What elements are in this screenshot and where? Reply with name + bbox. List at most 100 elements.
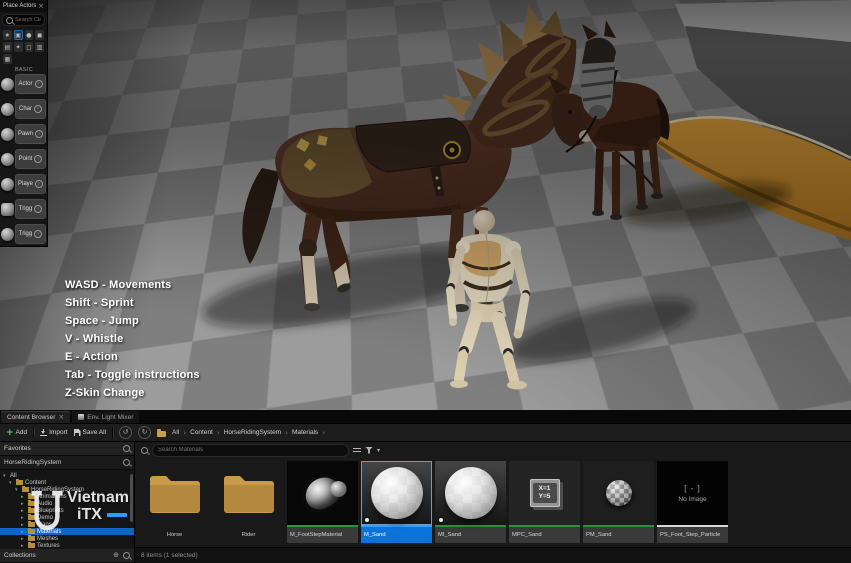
content-browser-body: Favorites HorseRidingSystem ▾ All ▾ C [0,442,851,563]
tab-env-light-mixer-label: Env. Light Mixer [87,414,133,421]
expand-arrow-icon[interactable]: ▸ [21,494,26,500]
expand-arrow-icon[interactable]: ▸ [21,543,26,549]
breadcrumb-materials[interactable]: Materials [292,429,318,436]
sources-sidebar: Favorites HorseRidingSystem ▾ All ▾ C [0,442,135,563]
cinematic-category-icon[interactable]: ▤ [3,42,12,52]
filter-funnel-icon[interactable] [365,447,373,454]
no-image-label: No Image [678,496,706,503]
place-actor-item-point-light[interactable]: Point? [1,149,46,169]
search-classes-box[interactable] [2,14,45,26]
asset-tile-horse-folder[interactable]: Horse [139,461,210,543]
chevron-right-icon[interactable]: › [322,429,325,437]
add-collection-icon[interactable]: ⊕ [113,552,119,559]
lights-category-icon[interactable]: ● [25,30,34,40]
place-actor-item-trigger-sphere[interactable]: Trigg? [1,224,46,244]
status-text: 8 items (1 selected) [141,552,198,559]
search-icon[interactable] [123,459,130,466]
geometry-category-icon[interactable]: ◻ [25,42,34,52]
asset-name: M_FootStepMaterial [287,525,358,543]
asset-status-bar: 8 items (1 selected) [135,547,851,563]
expand-arrow-icon[interactable]: ▾ [9,480,14,486]
info-icon: ? [35,180,43,188]
all-classes-icon[interactable]: ▦ [3,54,12,64]
expand-arrow-icon[interactable]: ▾ [3,473,8,479]
asset-name: M_Sand [361,525,432,543]
place-actor-item-trigger-box[interactable]: Trigg? [1,199,46,219]
favorites-label: Favorites [4,445,31,452]
basic-category-icon[interactable]: ▣ [14,30,23,40]
effects-category-icon[interactable]: ✦ [14,42,23,52]
level-viewport[interactable]: WASD - Movements Shift - Sprint Space - … [0,0,851,410]
tree-item-horseridingsystem[interactable]: ▾ HorseRidingSystem [0,486,134,493]
expand-arrow-icon[interactable]: ▸ [21,522,26,528]
tab-close-icon[interactable]: × [58,413,64,421]
import-button[interactable]: Import [40,429,67,436]
material-preview [301,473,345,513]
instruction-line: Space - Jump [65,312,200,330]
tree-item-blueprints[interactable]: ▸ Blueprints [0,507,134,514]
expand-arrow-icon[interactable]: ▾ [15,487,20,493]
asset-tile-m-footstepmaterial[interactable]: M_FootStepMaterial [287,461,358,543]
folder-icon [28,529,35,534]
tree-item-textures[interactable]: ▸ Textures [0,542,134,549]
unsaved-indicator [365,518,369,522]
recently-placed-icon[interactable]: ★ [3,30,12,40]
asset-tile-rider-folder[interactable]: Rider [213,461,284,543]
empty-brackets-glyph: [ - ] [684,484,701,493]
collections-footer[interactable]: Collections ⊕ [0,549,134,563]
filter-settings-icon[interactable] [353,447,361,454]
tab-content-browser[interactable]: Content Browser × [1,411,70,423]
add-button[interactable]: + Add [6,429,27,437]
asset-tile-ps-foot-step-particle[interactable]: [ - ] No Image PS_Foot_Step_Particle [657,461,728,543]
place-actor-item-pawn[interactable]: Pawn? [1,124,46,144]
expand-arrow-icon[interactable]: ▸ [21,508,26,514]
volumes-category-icon[interactable]: ▥ [35,42,44,52]
breadcrumb-content[interactable]: Content [190,429,213,436]
breadcrumb-all[interactable]: All [172,429,179,436]
search-icon[interactable] [123,445,130,452]
close-icon[interactable]: × [38,3,44,10]
chevron-down-icon[interactable]: ▾ [377,447,380,454]
favorites-header[interactable]: Favorites [0,442,134,456]
expand-arrow-icon[interactable]: ▸ [21,515,26,521]
tree-item-materials[interactable]: ▸ Materials [0,528,134,535]
save-all-button[interactable]: Save All [74,429,107,436]
tree-item-animations[interactable]: ▸ Animations [0,493,134,500]
search-classes-input[interactable] [15,17,41,23]
place-actor-item-player-start[interactable]: Playe? [1,174,46,194]
path-filter-value: HorseRidingSystem [4,459,61,466]
place-actors-header: Place Actors × [0,0,47,12]
tab-env-light-mixer[interactable]: Env. Light Mixer [72,411,139,423]
asset-name: Horse [139,525,210,543]
pawn-label: Pawn [18,131,33,137]
asset-tile-m-sand[interactable]: M_Sand [361,461,432,543]
asset-tile-pm-sand[interactable]: PM_Sand [583,461,654,543]
folder-icon [28,494,35,499]
mpc-x-value: X=1 [539,485,551,493]
asset-tile-mpc-sand[interactable]: X=1 Y=5 MPC_Sand [509,461,580,543]
tree-item-meshes[interactable]: ▸ Meshes [0,535,134,542]
actor-thumbnail [1,78,14,91]
sidebar-scrollbar[interactable] [130,474,133,522]
asset-tile-mi-sand[interactable]: MI_Sand [435,461,506,543]
tree-item-all[interactable]: ▾ All [0,472,134,479]
place-actor-item-actor[interactable]: Actor? [1,74,46,94]
tree-item-maps[interactable]: ▸ Maps [0,521,134,528]
path-filter-row[interactable]: HorseRidingSystem [0,456,134,470]
history-forward-icon[interactable]: ↻ [138,426,151,439]
expand-arrow-icon[interactable]: ▸ [21,536,26,542]
history-back-icon[interactable]: ↺ [119,426,132,439]
tree-item-content[interactable]: ▾ Content [0,479,134,486]
tree-item-demo[interactable]: ▸ Demo [0,514,134,521]
chevron-right-icon: › [217,429,220,437]
expand-arrow-icon[interactable]: ▸ [21,529,26,535]
search-materials-input[interactable] [152,444,349,457]
place-actor-item-character[interactable]: Char? [1,99,46,119]
breadcrumb-horseridingsystem[interactable]: HorseRidingSystem [224,429,281,436]
expand-arrow-icon[interactable]: ▸ [21,501,26,507]
tree-item-audio[interactable]: ▸ Audio [0,500,134,507]
unreal-editor-window: WASD - Movements Shift - Sprint Space - … [0,0,851,563]
no-image-placeholder: [ - ] No Image [678,484,706,503]
shapes-category-icon[interactable]: ◼ [35,30,44,40]
search-icon[interactable] [123,552,130,559]
